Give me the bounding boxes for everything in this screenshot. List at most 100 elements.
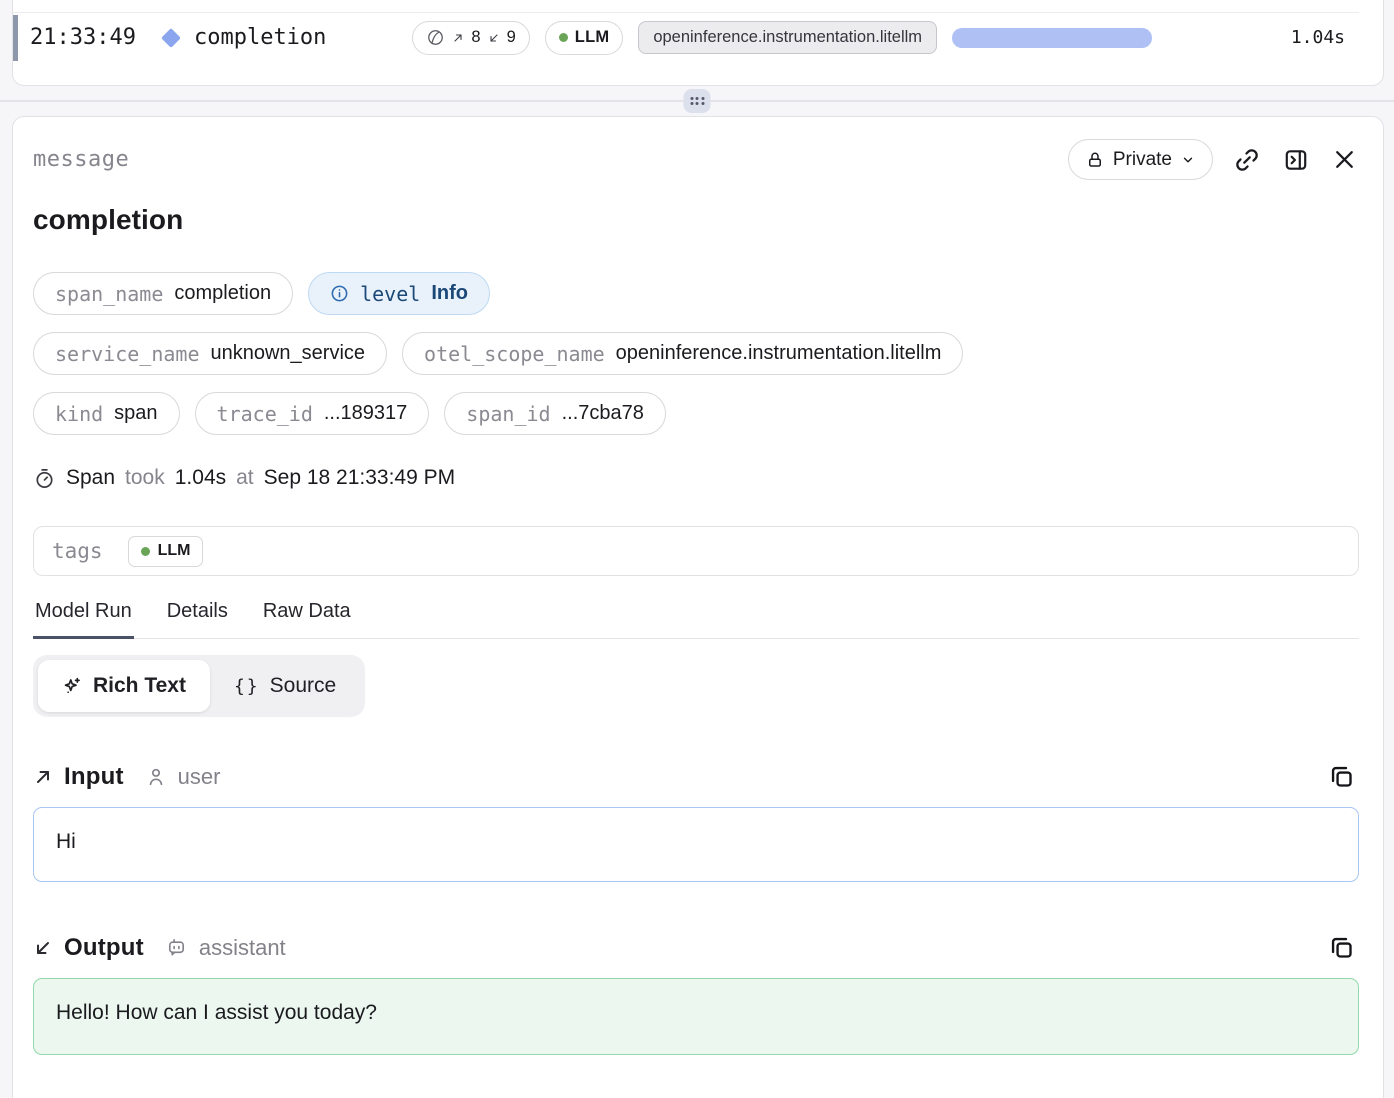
tags-label: tags	[52, 539, 103, 563]
source-toggle-button[interactable]: {} Source	[210, 660, 360, 712]
badge-value: Info	[431, 282, 468, 305]
row-separator	[13, 12, 1359, 13]
info-circle-icon	[330, 284, 349, 303]
green-dot-icon	[141, 547, 150, 556]
duration-word: took	[125, 466, 165, 490]
view-mode-toggle: Rich Text {} Source	[33, 655, 365, 717]
span-name-badge[interactable]: span_name completion	[33, 272, 293, 315]
detail-tabs: Model Run Details Raw Data	[33, 594, 1359, 639]
token-count-badge: 8 9	[412, 21, 529, 55]
tab-model-run[interactable]: Model Run	[33, 594, 134, 639]
input-section-header: Input user	[33, 759, 1359, 794]
duration-bar	[952, 28, 1152, 48]
tag-chip-llm[interactable]: LLM	[128, 536, 204, 567]
badge-key: service_name	[55, 342, 200, 366]
lock-icon	[1086, 151, 1104, 169]
span-detail-panel: message Private	[12, 116, 1384, 1098]
input-content-box: Hi	[33, 807, 1359, 882]
duration-word: at	[236, 466, 254, 490]
source-label: Source	[270, 674, 337, 698]
span-attribute-badges: span_name completion level Info service_…	[33, 272, 1359, 435]
visibility-button[interactable]: Private	[1068, 139, 1213, 180]
tab-details[interactable]: Details	[165, 594, 230, 639]
detail-header: message Private	[33, 139, 1359, 180]
arrow-down-left-icon	[33, 938, 53, 958]
service-name-badge[interactable]: service_name unknown_service	[33, 332, 387, 375]
trace-row-badges: 8 9 LLM openinference.instrumentation.li…	[412, 21, 937, 55]
rich-text-toggle-button[interactable]: Rich Text	[38, 660, 210, 712]
trace-id-badge[interactable]: trace_id ...189317	[195, 392, 430, 435]
copy-output-button[interactable]	[1324, 930, 1359, 965]
trace-row-timestamp: 21:33:49	[30, 25, 136, 50]
kind-badge[interactable]: kind span	[33, 392, 180, 435]
braces-icon: {}	[234, 676, 260, 697]
copy-icon	[1328, 763, 1355, 790]
selected-row-indicator	[13, 15, 18, 61]
span-start-timestamp: Sep 18 21:33:49 PM	[264, 466, 455, 490]
badge-key: otel_scope_name	[424, 342, 605, 366]
output-role-label: assistant	[199, 935, 286, 961]
rich-text-label: Rich Text	[93, 674, 186, 698]
input-section-title: Input	[64, 763, 124, 791]
llm-tag-label: LLM	[575, 28, 610, 47]
trace-row-name: completion	[194, 25, 326, 50]
trace-row-duration: 1.04s	[1291, 27, 1345, 48]
badge-value: openinference.instrumentation.litellm	[616, 342, 942, 365]
header-actions: Private	[1068, 139, 1359, 180]
close-button[interactable]	[1330, 145, 1359, 174]
arrow-up-right-icon	[33, 767, 53, 787]
output-content: Hello! How can I assist you today?	[56, 1001, 377, 1024]
panel-right-icon	[1283, 147, 1309, 173]
assistant-bot-icon	[165, 936, 188, 959]
panel-resize-divider[interactable]	[0, 86, 1394, 116]
link-icon	[1234, 147, 1260, 173]
badge-value: ...189317	[324, 402, 407, 425]
badge-value: completion	[174, 282, 271, 305]
span-title: completion	[33, 204, 1359, 236]
trace-list-panel: 21:33:49 completion 8 9 LLM open	[12, 0, 1384, 86]
span-diamond-icon	[161, 28, 181, 48]
copy-link-button[interactable]	[1232, 145, 1262, 175]
otel-scope-name-badge[interactable]: otel_scope_name openinference.instrument…	[402, 332, 963, 375]
stopwatch-icon	[33, 467, 56, 490]
badge-row: kind span trace_id ...189317 span_id ...…	[33, 392, 1359, 435]
output-content-box: Hello! How can I assist you today?	[33, 978, 1359, 1055]
output-section-header: Output assistant	[33, 930, 1359, 965]
badge-value: ...7cba78	[562, 402, 644, 425]
visibility-label: Private	[1113, 149, 1172, 171]
input-tokens-arrow-icon	[452, 32, 464, 44]
trace-row[interactable]: 21:33:49 completion 8 9 LLM open	[13, 14, 1383, 61]
llm-tag-badge: LLM	[545, 21, 624, 55]
user-icon	[145, 766, 167, 788]
badge-row: span_name completion level Info	[33, 272, 1359, 315]
sparkles-icon	[62, 676, 83, 697]
drag-handle-icon[interactable]	[684, 89, 711, 113]
duration-value: 1.04s	[175, 466, 226, 490]
span-id-badge[interactable]: span_id ...7cba78	[444, 392, 666, 435]
observation-type-label: message	[33, 147, 129, 172]
copy-input-button[interactable]	[1324, 759, 1359, 794]
tag-label: LLM	[158, 542, 191, 560]
span-duration-line: Span took 1.04s at Sep 18 21:33:49 PM	[33, 466, 1359, 490]
copy-icon	[1328, 934, 1355, 961]
badge-key: kind	[55, 402, 103, 426]
badge-value: span	[114, 402, 157, 425]
input-token-count: 8	[471, 28, 480, 47]
tokens-coin-icon	[426, 28, 445, 47]
tags-box: tags LLM	[33, 526, 1359, 576]
expand-panel-button[interactable]	[1281, 145, 1311, 175]
otel-scope-badge: openinference.instrumentation.litellm	[638, 21, 937, 54]
badge-key: span_name	[55, 282, 163, 306]
level-badge[interactable]: level Info	[308, 272, 490, 315]
badge-row: service_name unknown_service otel_scope_…	[33, 332, 1359, 375]
close-icon	[1332, 147, 1357, 172]
tab-raw-data[interactable]: Raw Data	[261, 594, 353, 639]
input-content: Hi	[56, 830, 76, 853]
badge-key: level	[360, 282, 420, 306]
output-section-title: Output	[64, 934, 144, 962]
duration-word: Span	[66, 466, 115, 490]
output-token-count: 9	[507, 28, 516, 47]
input-role-label: user	[178, 764, 221, 790]
badge-value: unknown_service	[211, 342, 366, 365]
green-dot-icon	[559, 33, 568, 42]
